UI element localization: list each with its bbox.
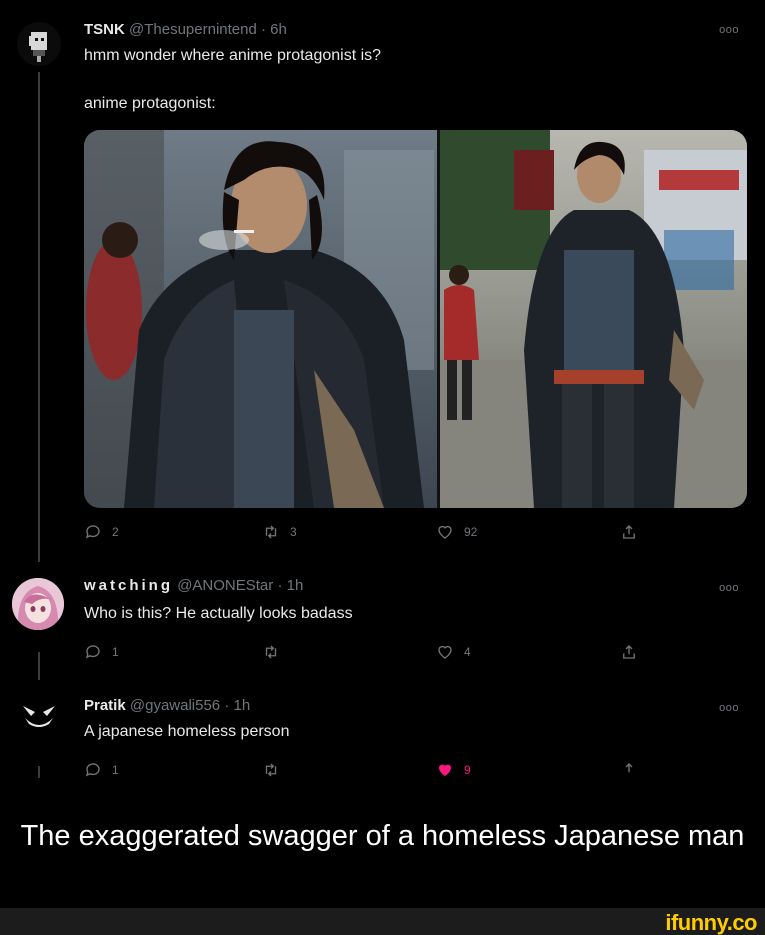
display-name[interactable]: Pratik — [84, 697, 126, 714]
more-options-icon[interactable]: ooo — [719, 582, 739, 594]
handle[interactable]: @ANONEStar — [177, 577, 273, 594]
tweet-2[interactable]: watching @ANONEStar · 1h ooo Who is this… — [0, 560, 765, 680]
retweet-icon — [265, 525, 277, 539]
reply-count: 1 — [112, 645, 119, 659]
tweet-header: watching @ANONEStar · 1h — [84, 577, 304, 594]
heart-icon — [438, 525, 452, 539]
display-name[interactable]: watching — [84, 577, 173, 594]
more-options-icon[interactable]: ooo — [719, 24, 739, 36]
footer-bar — [0, 908, 765, 935]
tweet-actions: 2 3 92 — [84, 523, 664, 547]
tweet-3[interactable]: Pratik @gyawali556 · 1h ooo A japanese h… — [0, 680, 765, 800]
tweet-actions: 1 9 — [84, 761, 664, 785]
tweet-header: TSNK @Thesupernintend · 6h — [84, 21, 287, 38]
like-count: 92 — [464, 525, 478, 539]
more-options-icon[interactable]: ooo — [719, 702, 739, 714]
photo-collage — [84, 130, 747, 508]
retweet-button[interactable]: 3 — [262, 523, 297, 541]
reply-button[interactable]: 2 — [84, 523, 119, 541]
reply-count: 1 — [112, 763, 119, 777]
thread-line — [38, 766, 40, 778]
thread-line — [38, 652, 40, 680]
handle[interactable]: @gyawali556 — [130, 697, 220, 714]
display-name[interactable]: TSNK — [84, 21, 125, 38]
timestamp[interactable]: 1h — [234, 697, 251, 714]
anime-girl-avatar-icon — [12, 578, 64, 630]
retweet-icon — [265, 763, 277, 777]
retweet-icon — [265, 645, 277, 659]
tweet-header: Pratik @gyawali556 · 1h — [84, 697, 251, 714]
tweet-actions: 1 4 — [84, 643, 664, 667]
share-button[interactable] — [620, 523, 638, 541]
tweet-text: Who is this? He actually looks badass — [84, 605, 353, 622]
like-button[interactable]: 92 — [436, 523, 477, 541]
reply-button[interactable]: 1 — [84, 643, 119, 661]
tweet-text-line-2: anime protagonist: — [84, 95, 216, 112]
reply-icon — [85, 525, 100, 539]
tweet-media[interactable] — [84, 130, 747, 508]
like-count: 9 — [464, 763, 471, 777]
meme-caption: The exaggerated swagger of a homeless Ja… — [20, 820, 745, 852]
twitter-thread-screenshot: TSNK @Thesupernintend · 6h ooo hmm wonde… — [0, 0, 765, 800]
timestamp[interactable]: 6h — [270, 21, 287, 38]
share-icon — [623, 525, 635, 539]
reply-icon — [85, 645, 100, 659]
avatar[interactable] — [12, 578, 64, 630]
retweet-count: 3 — [290, 525, 297, 539]
avatar[interactable] — [17, 692, 61, 736]
heart-icon — [438, 645, 452, 659]
reply-count: 2 — [112, 525, 119, 539]
share-icon — [623, 645, 635, 659]
tweet-text: A japanese homeless person — [84, 723, 290, 740]
share-button[interactable] — [620, 643, 638, 661]
masked-face-avatar-icon — [17, 692, 61, 736]
handle[interactable]: @Thesupernintend — [129, 21, 257, 38]
timestamp[interactable]: 1h — [287, 577, 304, 594]
reply-button[interactable]: 1 — [84, 761, 119, 779]
heart-filled-icon — [439, 764, 451, 776]
pixel-avatar-icon — [17, 22, 61, 66]
tweet-1[interactable]: TSNK @Thesupernintend · 6h ooo hmm wonde… — [0, 0, 765, 562]
like-button[interactable]: 4 — [436, 643, 471, 661]
retweet-button[interactable] — [262, 761, 280, 779]
like-count: 4 — [464, 645, 471, 659]
tweet-text: hmm wonder where anime protagonist is? — [84, 47, 382, 64]
share-button[interactable] — [620, 761, 638, 779]
ifunny-watermark: ifunny.co — [665, 910, 757, 935]
avatar[interactable] — [17, 22, 61, 66]
reply-icon — [85, 763, 100, 777]
retweet-button[interactable] — [262, 643, 280, 661]
share-icon — [625, 763, 633, 773]
thread-line — [38, 72, 40, 562]
like-button-active[interactable]: 9 — [436, 761, 471, 779]
